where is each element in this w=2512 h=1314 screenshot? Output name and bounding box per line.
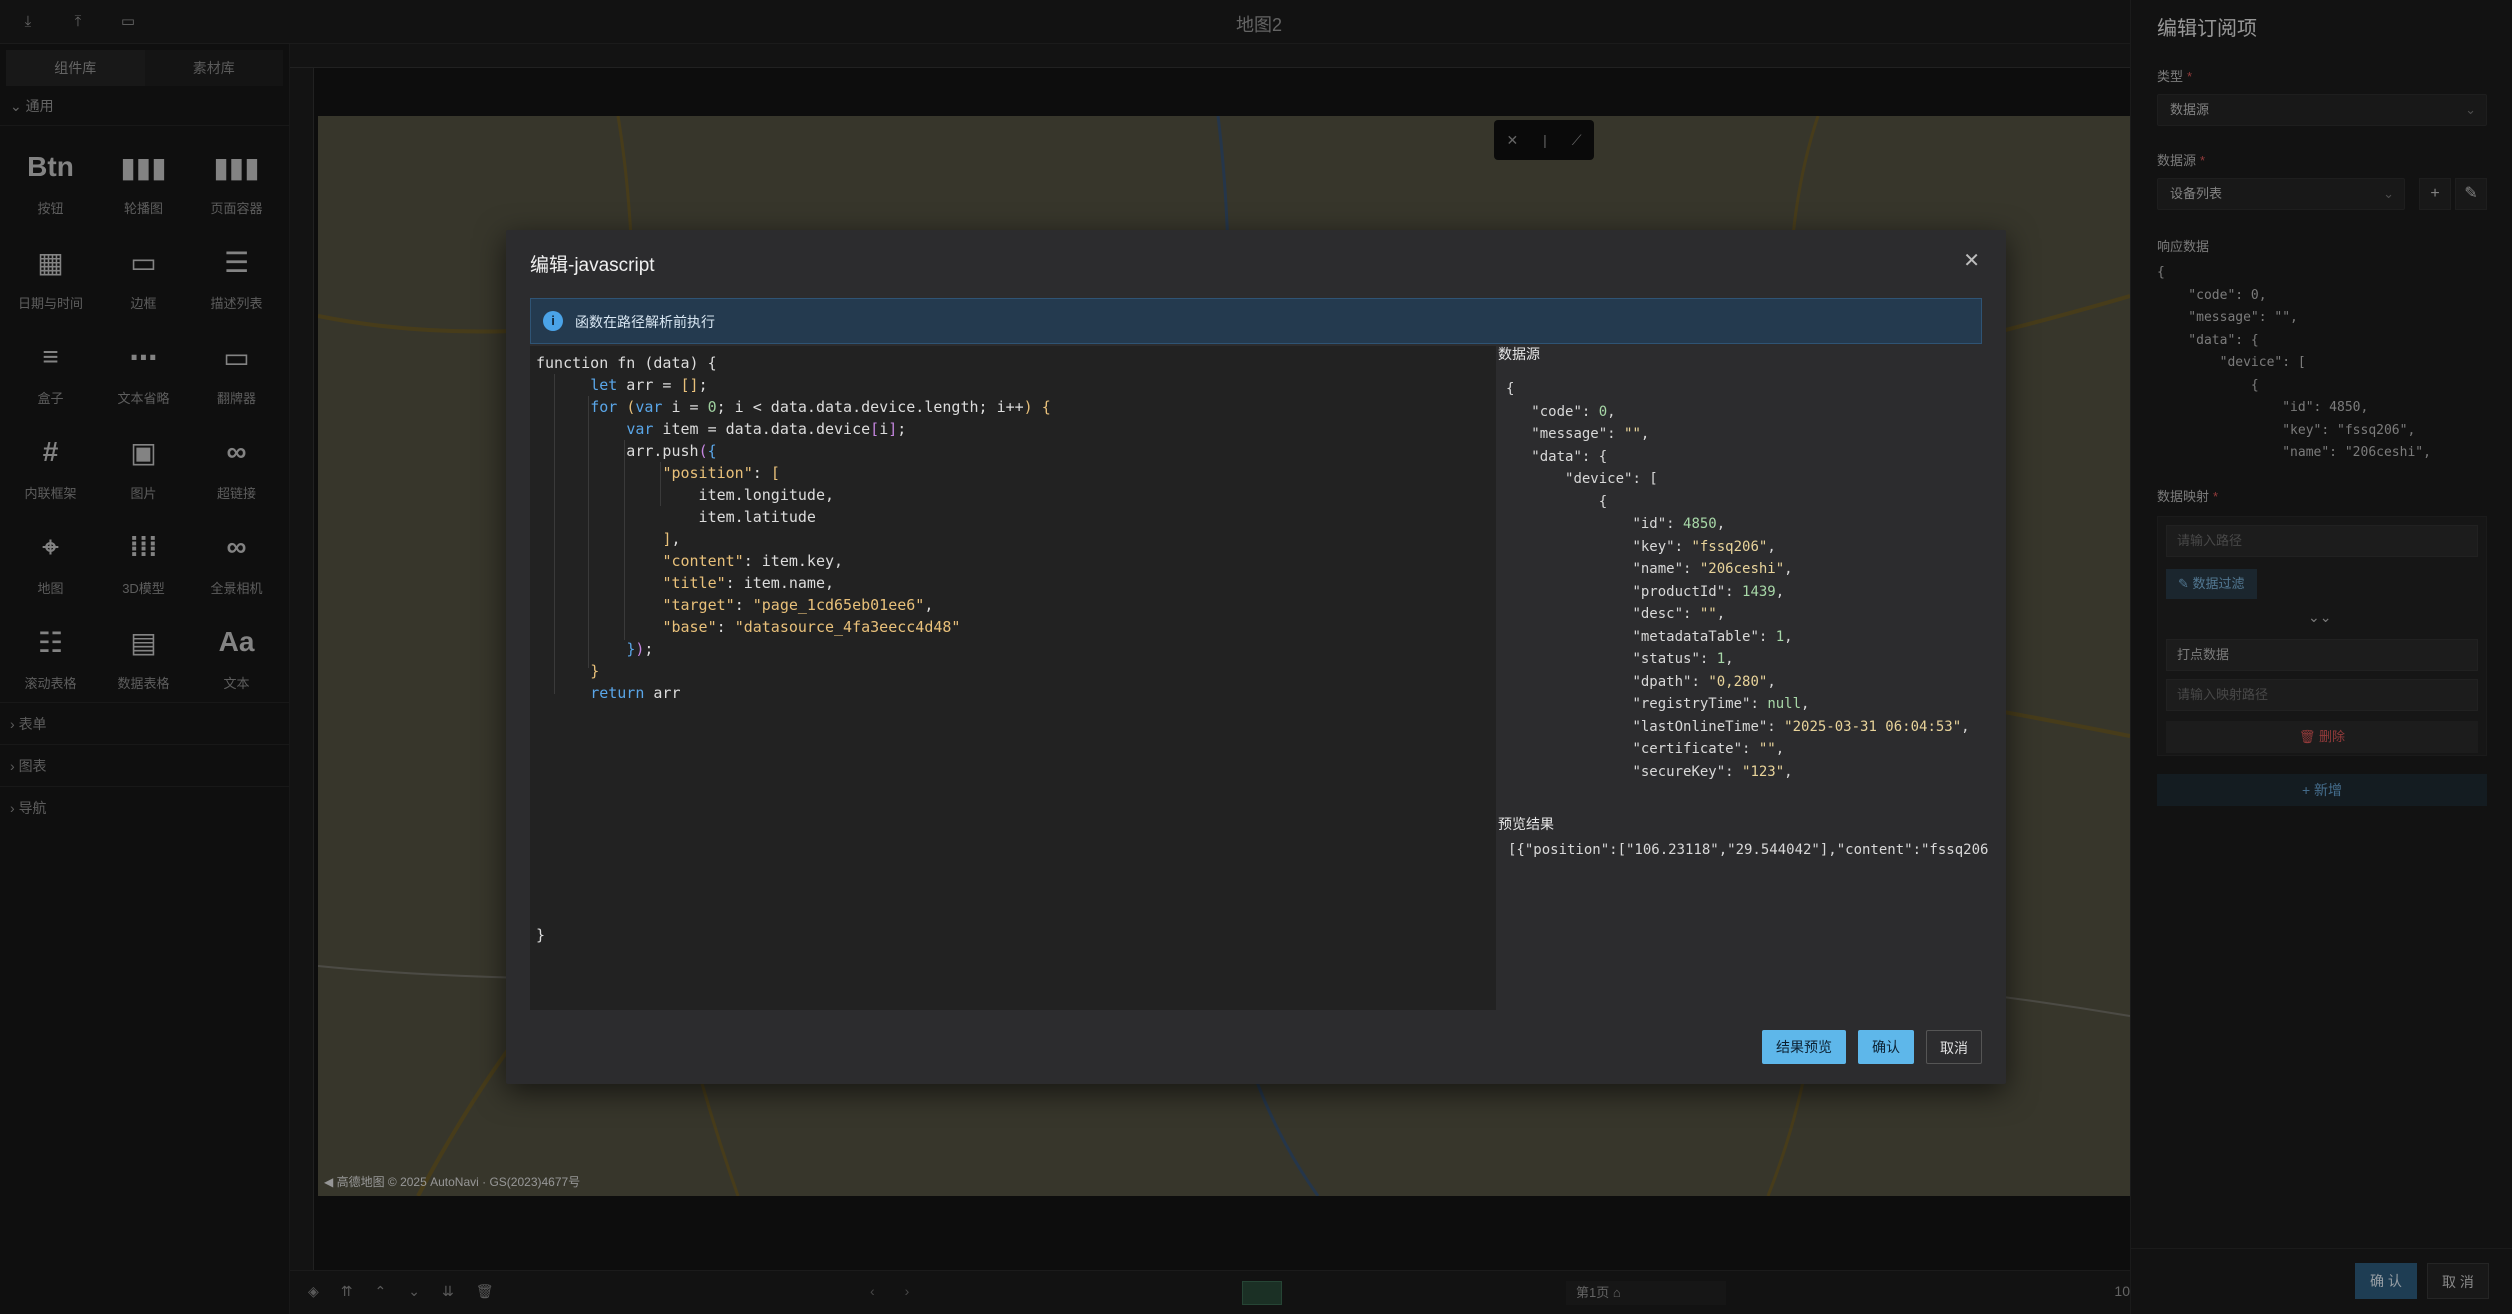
code-editor[interactable]: function fn (data) { let arr = []; for (… bbox=[530, 346, 1496, 1010]
close-icon[interactable]: ✕ bbox=[1963, 248, 1980, 273]
datasource-heading: 数据源 bbox=[1498, 346, 1540, 362]
code-content[interactable]: function fn (data) { let arr = []; for (… bbox=[536, 352, 1051, 946]
dialog-title: 编辑-javascript bbox=[530, 255, 655, 276]
info-text: 函数在路径解析前执行 bbox=[575, 314, 715, 330]
javascript-editor-dialog: 编辑-javascript ✕ i 函数在路径解析前执行 function fn… bbox=[506, 230, 2006, 1084]
datasource-json: { "code": 0, "message": "", "data": { "d… bbox=[1506, 381, 1970, 780]
info-alert: i 函数在路径解析前执行 bbox=[530, 298, 1982, 344]
info-icon: i bbox=[543, 311, 563, 331]
preview-heading: 预览结果 bbox=[1498, 816, 1554, 832]
dialog-cancel-button[interactable]: 取消 bbox=[1926, 1030, 1982, 1064]
preview-button[interactable]: 结果预览 bbox=[1762, 1030, 1846, 1064]
preview-result: [{"position":["106.23118","29.544042"],"… bbox=[1508, 842, 1988, 858]
dialog-confirm-button[interactable]: 确认 bbox=[1858, 1030, 1914, 1064]
